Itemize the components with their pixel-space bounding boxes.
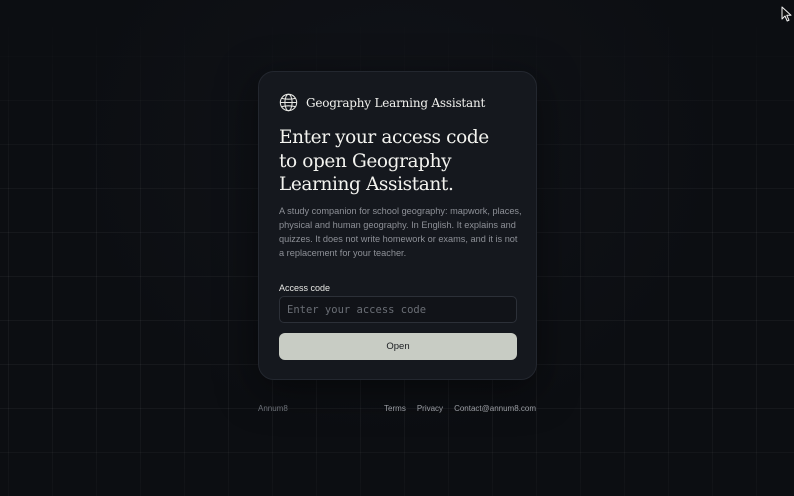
access-code-input[interactable] — [279, 296, 517, 323]
page-title-line: Learning Assistant. — [279, 174, 454, 195]
mouse-pointer-icon — [781, 6, 792, 22]
app-description: A study companion for school geography: … — [279, 206, 522, 258]
page-title-line: Enter your access code — [279, 127, 489, 148]
access-card: Geography Learning Assistant Enter your … — [258, 71, 537, 380]
globe-icon — [279, 93, 298, 112]
page-title: Enter your access code to open Geography… — [279, 126, 519, 197]
open-button[interactable]: Open — [279, 333, 517, 360]
footer-brand: Annum8 — [258, 404, 288, 413]
page-title-line: to open Geography — [279, 150, 452, 172]
app-name: Geography Learning Assistant — [306, 95, 486, 110]
terms-link[interactable]: Terms — [384, 404, 406, 413]
footer-links: Terms Privacy Contact@annum8.com — [384, 404, 536, 413]
brand-header: Geography Learning Assistant — [279, 93, 485, 112]
privacy-link[interactable]: Privacy — [417, 404, 443, 413]
contact-link[interactable]: Contact@annum8.com — [454, 404, 536, 413]
access-code-label: Access code — [279, 283, 331, 293]
